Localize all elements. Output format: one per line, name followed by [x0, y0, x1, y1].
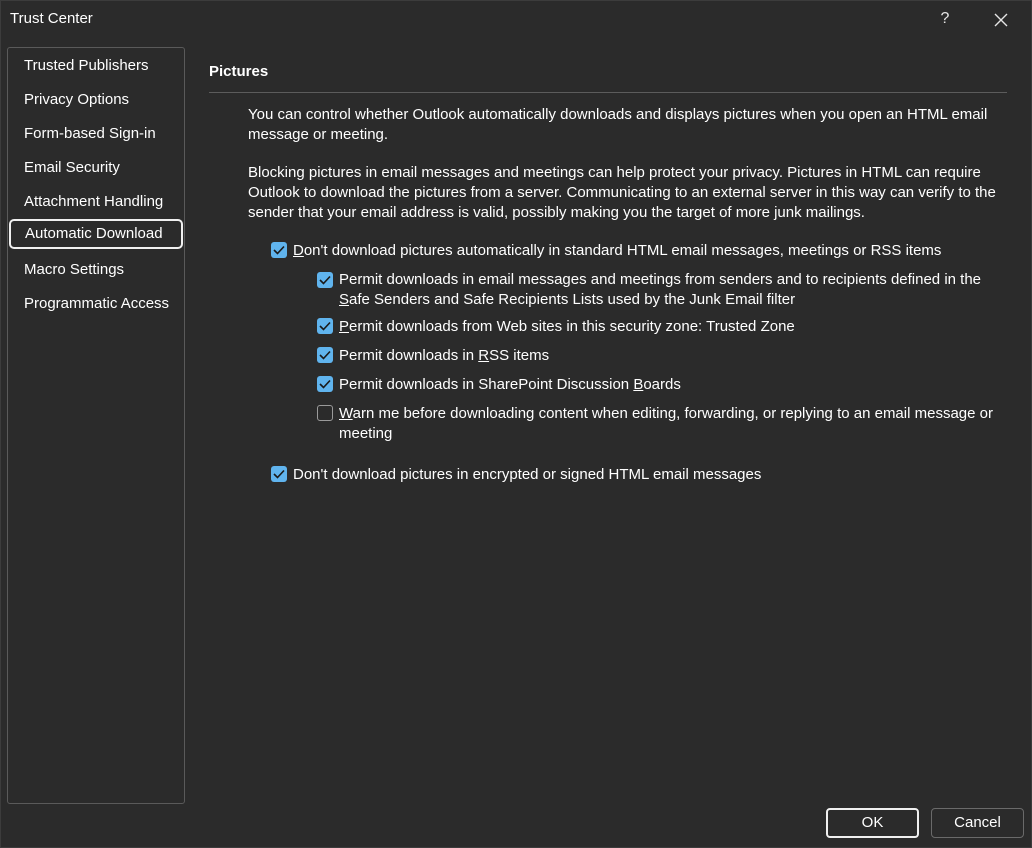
warn-me-checkbox[interactable]	[317, 405, 333, 421]
sidebar-item-automatic-download[interactable]: Automatic Download	[9, 219, 183, 249]
dont-download-encrypted-option[interactable]: Don't download pictures in encrypted or …	[270, 465, 1010, 485]
checkmark-icon	[319, 350, 331, 360]
sidebar-item-attachment-handling[interactable]: Attachment Handling	[9, 187, 183, 217]
sidebar-item-form-based-sign-in[interactable]: Form-based Sign-in	[9, 119, 183, 149]
trust-center-dialog: Trust Center ? Trusted Publishers Privac…	[0, 0, 1032, 848]
permit-rss-label: Permit downloads in RSS items	[339, 347, 550, 364]
permit-safe-senders-label: Permit downloads in email messages and m…	[339, 271, 982, 308]
sidebar-item-privacy-options[interactable]: Privacy Options	[9, 85, 183, 115]
dont-download-checkbox[interactable]	[271, 242, 287, 258]
dont-download-label: Don't download pictures automatically in…	[293, 242, 942, 259]
permit-rss-option[interactable]: Permit downloads in RSS items	[316, 346, 1006, 366]
permit-sharepoint-label: Permit downloads in SharePoint Discussio…	[339, 376, 681, 393]
sidebar-item-trusted-publishers[interactable]: Trusted Publishers	[9, 51, 183, 81]
sidebar: Trusted Publishers Privacy Options Form-…	[7, 47, 185, 804]
permit-web-sites-checkbox[interactable]	[317, 318, 333, 334]
dont-download-encrypted-label: Don't download pictures in encrypted or …	[293, 466, 762, 483]
checkmark-icon	[319, 275, 331, 285]
ok-button[interactable]: OK	[826, 808, 919, 838]
sidebar-item-email-security[interactable]: Email Security	[9, 153, 183, 183]
sidebar-item-programmatic-access[interactable]: Programmatic Access	[9, 289, 183, 319]
close-icon	[994, 13, 1008, 27]
checkmark-icon	[319, 379, 331, 389]
permit-safe-senders-option[interactable]: Permit downloads in email messages and m…	[316, 270, 1006, 310]
help-button[interactable]: ?	[931, 7, 959, 33]
permit-web-sites-label: Permit downloads from Web sites in this …	[339, 318, 795, 335]
permit-safe-senders-checkbox[interactable]	[317, 272, 333, 288]
checkmark-icon	[273, 245, 285, 255]
title-bar: Trust Center ?	[1, 1, 1031, 39]
checkmark-icon	[273, 469, 285, 479]
checkmark-icon	[319, 321, 331, 331]
section-title: Pictures	[209, 63, 269, 80]
permit-web-sites-option[interactable]: Permit downloads from Web sites in this …	[316, 317, 1006, 337]
dialog-title: Trust Center	[10, 10, 93, 27]
warn-me-option[interactable]: Warn me before downloading content when …	[316, 404, 1006, 444]
dont-download-encrypted-checkbox[interactable]	[271, 466, 287, 482]
permit-sharepoint-option[interactable]: Permit downloads in SharePoint Discussio…	[316, 375, 1006, 395]
section-divider	[209, 92, 1007, 93]
sidebar-item-macro-settings[interactable]: Macro Settings	[9, 255, 183, 285]
privacy-note-text: Blocking pictures in email messages and …	[248, 164, 996, 221]
help-icon: ?	[940, 10, 950, 27]
intro-text: You can control whether Outlook automati…	[248, 106, 988, 143]
permit-rss-checkbox[interactable]	[317, 347, 333, 363]
permit-sharepoint-checkbox[interactable]	[317, 376, 333, 392]
cancel-button[interactable]: Cancel	[931, 808, 1024, 838]
dont-download-option[interactable]: Don't download pictures automatically in…	[270, 241, 1010, 261]
close-button[interactable]	[987, 7, 1015, 33]
warn-me-label: Warn me before downloading content when …	[339, 405, 993, 442]
